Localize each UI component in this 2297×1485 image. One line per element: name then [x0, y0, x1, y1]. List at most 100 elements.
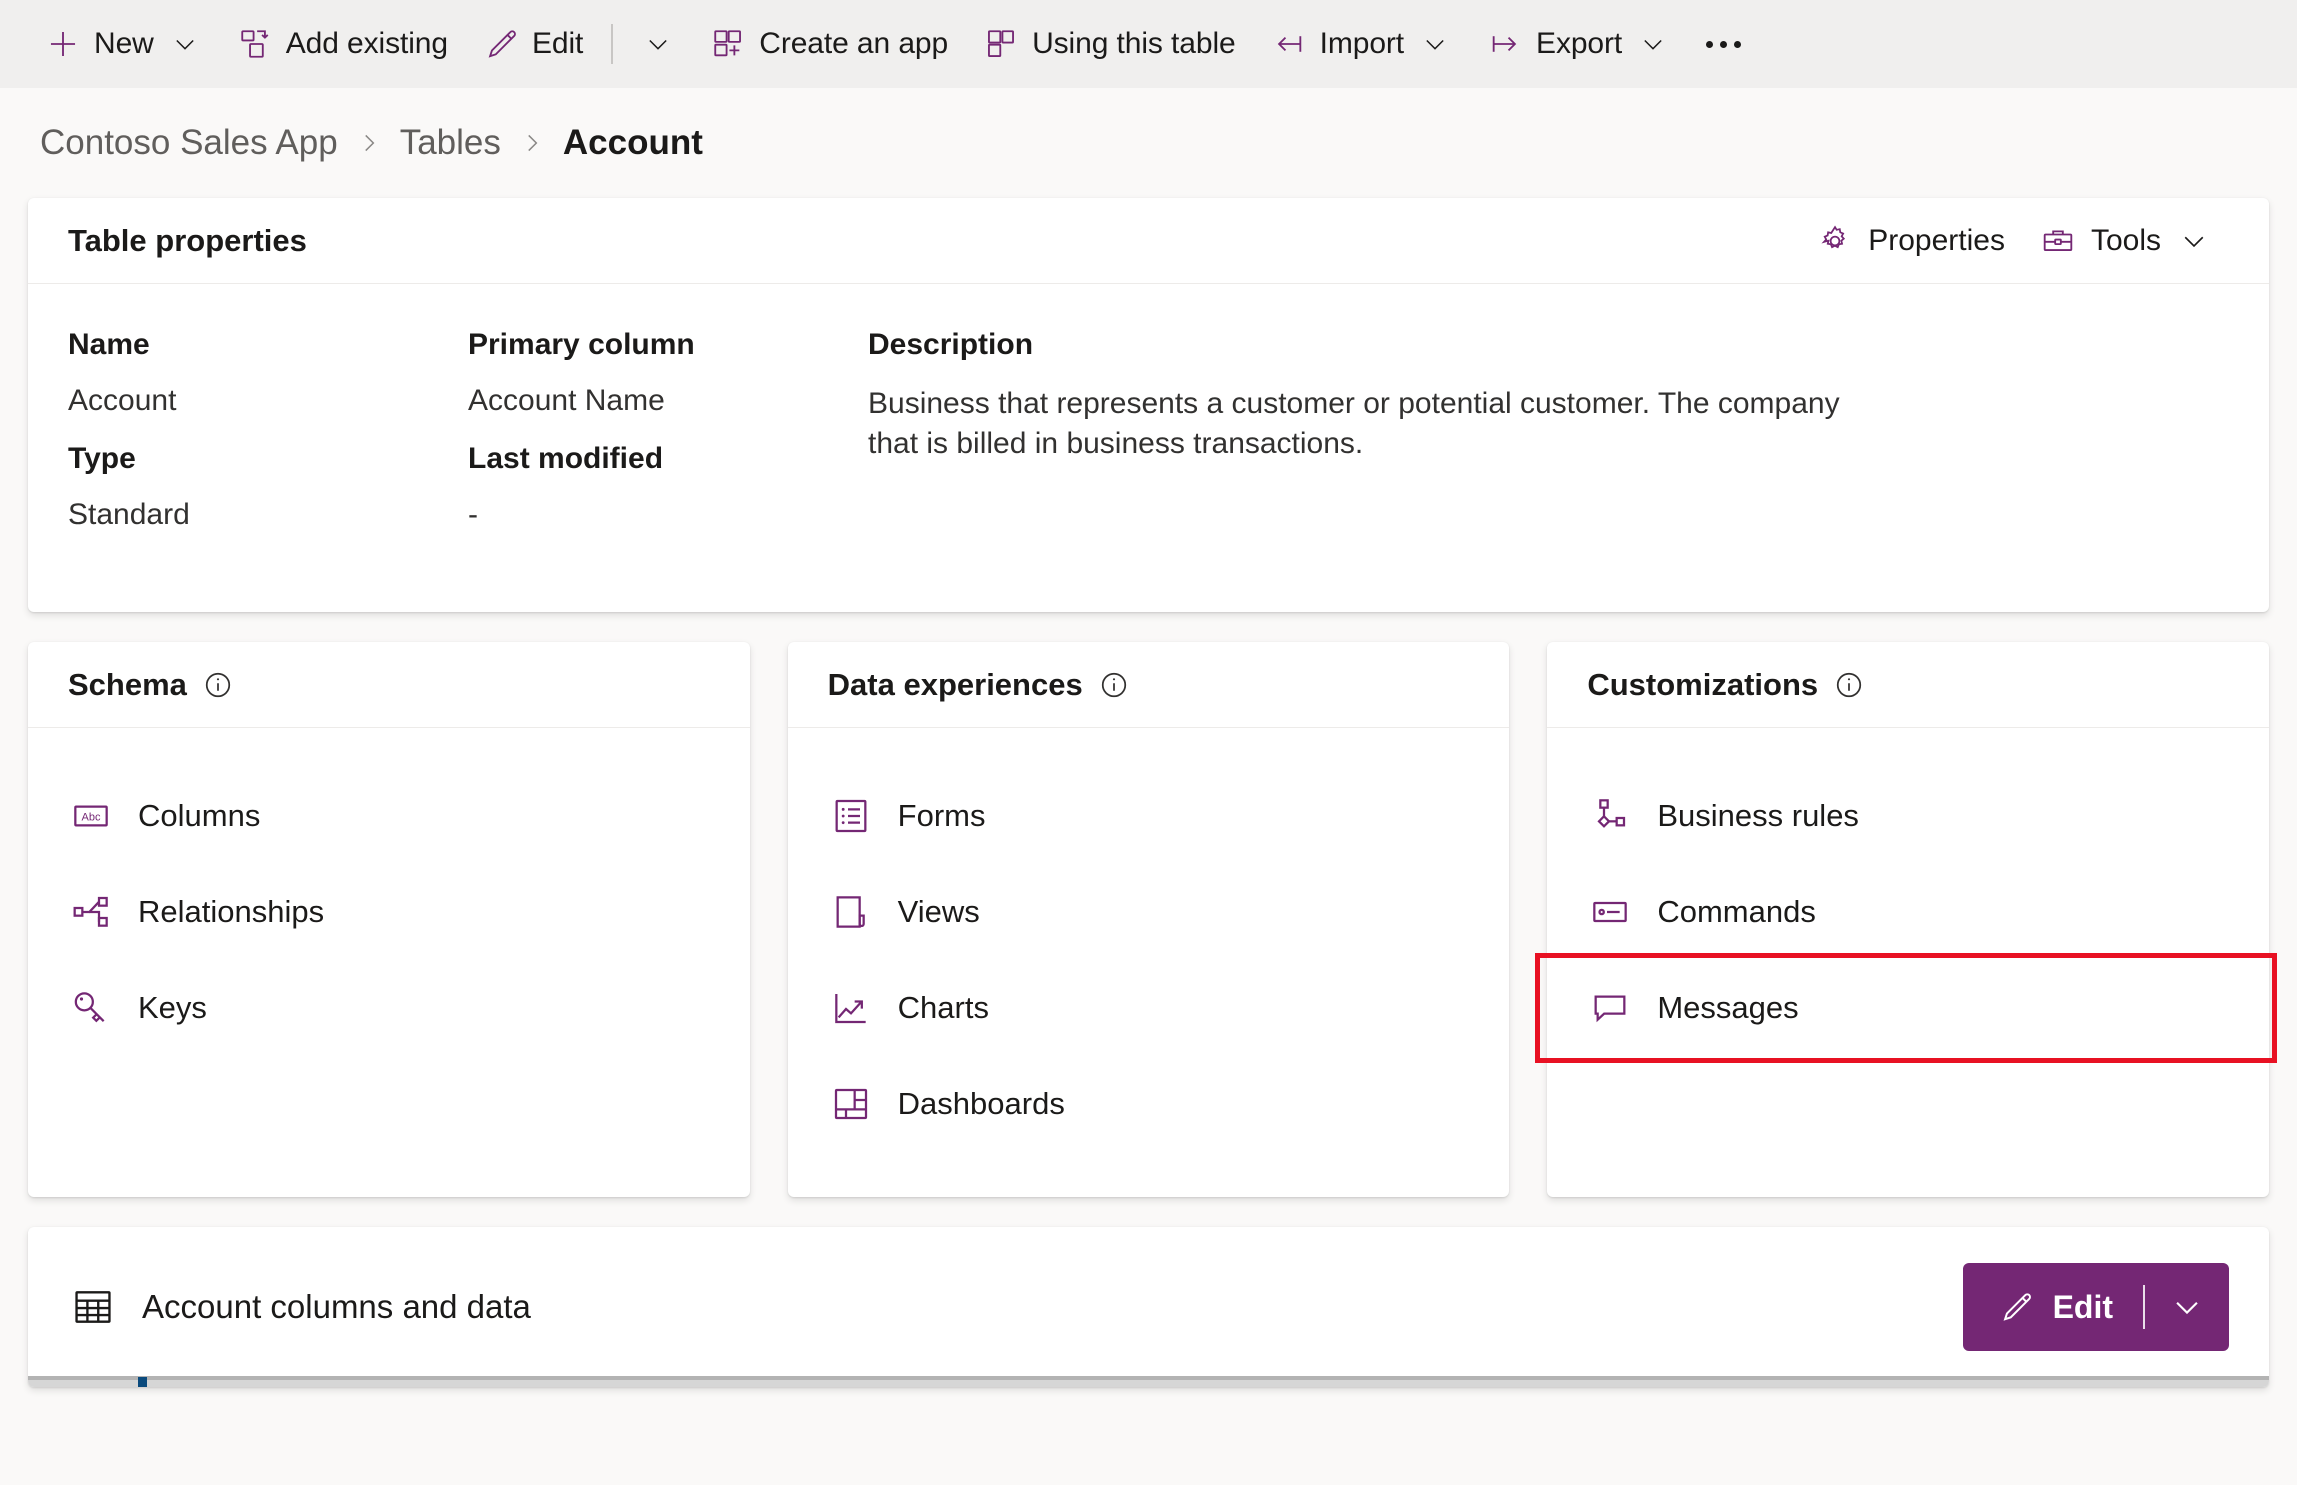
customizations-card-header: Customizations: [1547, 642, 2270, 728]
type-label: Type: [68, 442, 136, 475]
customizations-item-business-rules-label: Business rules: [1657, 798, 1859, 833]
data-experiences-card: Data experiences Forms Views Charts Dash…: [787, 642, 1510, 1197]
new-button[interactable]: New: [28, 12, 220, 76]
gear-icon: [1818, 224, 1852, 258]
chevron-down-icon[interactable]: [2177, 224, 2211, 258]
schema-item-keys[interactable]: Keys: [28, 960, 750, 1056]
table-properties-body: Name Account Type Standard Primary colum…: [28, 284, 2269, 612]
chevron-right-icon: [356, 127, 382, 159]
data-experiences-card-list: Forms Views Charts Dashboards: [788, 728, 1510, 1152]
dot: [1719, 40, 1727, 48]
schema-item-relationships[interactable]: Relationships: [28, 864, 750, 960]
schema-card-list: Abc Columns Relationships Keys: [28, 728, 750, 1056]
data-experiences-item-views[interactable]: Views: [788, 864, 1510, 960]
customizations-item-commands-label: Commands: [1657, 894, 1816, 929]
relationships-icon: [70, 891, 112, 933]
account-columns-and-data-label: Account columns and data: [142, 1288, 531, 1325]
data-experiences-item-dashboards-label: Dashboards: [897, 1086, 1065, 1121]
info-icon[interactable]: [1834, 670, 1864, 700]
properties-button[interactable]: Properties: [1800, 214, 2023, 268]
chevron-down-icon[interactable]: [168, 27, 202, 61]
customizations-item-commands[interactable]: Commands: [1547, 864, 2269, 960]
schema-item-relationships-label: Relationships: [138, 894, 325, 929]
breadcrumb-item-app[interactable]: Contoso Sales App: [40, 123, 338, 163]
type-value: Standard: [68, 498, 190, 531]
schema-card: Schema Abc Columns Relationships Keys: [28, 642, 750, 1197]
dashboard-icon: [830, 1083, 872, 1125]
form-icon: [830, 795, 872, 837]
commands-icon: [1589, 891, 1631, 933]
data-experiences-card-header: Data experiences: [787, 642, 1510, 728]
tools-button-label: Tools: [2090, 223, 2161, 257]
export-button[interactable]: Export: [1470, 12, 1688, 76]
edit-primary-label: Edit: [2052, 1288, 2113, 1325]
feature-card-row: Schema Abc Columns Relationships Keys Da…: [28, 642, 2277, 1197]
tools-button[interactable]: Tools: [2023, 214, 2229, 268]
message-bubble-icon: [1589, 987, 1631, 1029]
schema-title-text: Schema: [68, 666, 187, 702]
dot: [1705, 40, 1713, 48]
export-button-label: Export: [1536, 27, 1623, 60]
data-experiences-item-dashboards[interactable]: Dashboards: [788, 1056, 1510, 1152]
data-experiences-item-charts-label: Charts: [897, 990, 989, 1025]
using-this-table-button[interactable]: Using this table: [966, 12, 1254, 76]
edit-button-label: Edit: [531, 27, 584, 60]
description-value: Business that represents a customer or p…: [868, 387, 1840, 460]
chevron-down-icon[interactable]: [1636, 27, 1670, 61]
data-experiences-item-forms-label: Forms: [897, 798, 986, 833]
account-columns-and-data-title: Account columns and data: [72, 1286, 531, 1328]
new-button-label: New: [94, 27, 154, 60]
export-icon: [1488, 27, 1522, 61]
import-button[interactable]: Import: [1254, 12, 1470, 76]
table-properties-title: Table properties: [68, 222, 307, 258]
table-properties-header: Table properties Properties Tools: [28, 198, 2269, 284]
properties-button-label: Properties: [1868, 223, 2005, 257]
data-experiences-item-forms[interactable]: Forms: [788, 768, 1510, 864]
more-commands-button[interactable]: [1688, 12, 1758, 76]
customizations-card: Customizations Business rules Commands M…: [1535, 642, 2277, 1197]
properties-column-1: Name Account Type Standard: [28, 328, 428, 556]
plus-icon: [46, 27, 80, 61]
add-existing-button[interactable]: Add existing: [220, 12, 466, 76]
table-properties-card: Table properties Properties Tools Name A…: [28, 198, 2269, 612]
page-title: Table properties: [68, 223, 307, 259]
import-button-label: Import: [1319, 27, 1405, 60]
chart-icon: [830, 987, 872, 1029]
edit-split-button[interactable]: Edit: [1962, 1263, 2229, 1351]
customizations-item-business-rules[interactable]: Business rules: [1547, 768, 2269, 864]
customizations-item-messages[interactable]: Messages: [1535, 953, 2277, 1063]
toolbox-icon: [2041, 224, 2075, 258]
chevron-down-icon[interactable]: [641, 27, 675, 61]
using-table-icon: [984, 27, 1018, 61]
info-icon[interactable]: [203, 670, 233, 700]
chevron-down-icon[interactable]: [2145, 1263, 2229, 1351]
schema-item-columns-label: Columns: [138, 798, 261, 833]
dot: [1733, 40, 1741, 48]
customizations-item-messages-label: Messages: [1657, 990, 1799, 1025]
schema-item-columns[interactable]: Abc Columns: [28, 768, 750, 864]
edit-split-divider: [2143, 1285, 2145, 1329]
edit-button[interactable]: Edit: [466, 12, 693, 76]
breadcrumb-item-tables[interactable]: Tables: [400, 123, 501, 163]
chevron-right-icon: [519, 127, 545, 159]
data-experiences-item-charts[interactable]: Charts: [788, 960, 1510, 1056]
pencil-icon: [484, 27, 518, 61]
edit-primary-button[interactable]: Edit: [1963, 1263, 2143, 1351]
key-icon: [70, 987, 112, 1029]
schema-card-title: Schema: [68, 667, 233, 703]
breadcrumb-current-account: Account: [562, 123, 703, 162]
create-an-app-button[interactable]: Create an app: [693, 12, 966, 76]
customizations-card-list: Business rules Commands Messages: [1535, 728, 2277, 1063]
schema-item-keys-label: Keys: [138, 990, 207, 1025]
info-icon[interactable]: [1099, 670, 1129, 700]
import-icon: [1272, 27, 1306, 61]
grid-table-icon: [72, 1286, 114, 1328]
breadcrumb: Contoso Sales App Tables Account: [28, 88, 2269, 198]
create-an-app-label: Create an app: [759, 27, 949, 60]
last-modified-label: Last modified: [468, 442, 664, 475]
business-rules-icon: [1589, 795, 1631, 837]
name-value: Account: [68, 384, 177, 417]
chevron-down-icon[interactable]: [1418, 27, 1452, 61]
account-columns-and-data-card: Account columns and data Edit: [28, 1227, 2269, 1387]
last-modified-value: -: [468, 498, 478, 531]
